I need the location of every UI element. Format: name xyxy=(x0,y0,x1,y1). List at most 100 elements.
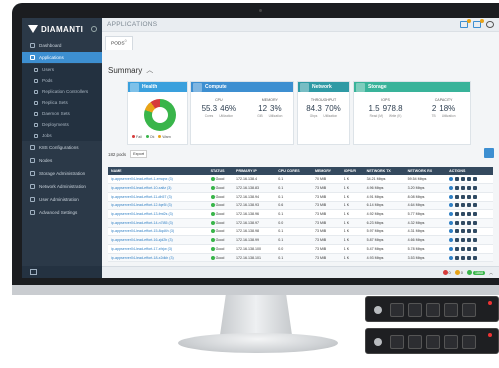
download-icon[interactable] xyxy=(467,238,472,243)
download-icon[interactable] xyxy=(467,255,472,260)
delete-icon[interactable] xyxy=(473,246,478,251)
sidebar-item-jobs[interactable]: Jobs xyxy=(22,130,102,141)
column-header[interactable]: IOPS/R xyxy=(340,167,364,175)
column-header[interactable]: CPU CORES xyxy=(275,167,313,175)
logs-icon[interactable] xyxy=(461,238,466,243)
column-header[interactable]: NAME xyxy=(108,167,208,175)
edit-icon[interactable] xyxy=(455,238,460,243)
logs-icon[interactable] xyxy=(461,255,466,260)
sidebar-item-daemon-sets[interactable]: Daemon Sets xyxy=(22,108,102,119)
edit-icon[interactable] xyxy=(455,203,460,208)
pod-name-cell[interactable]: ip-appserver04-lead-effort-16-zjd2b (3) xyxy=(108,235,208,245)
column-header[interactable]: MEMORY xyxy=(312,167,341,175)
info-icon[interactable] xyxy=(449,194,454,199)
download-icon[interactable] xyxy=(467,246,472,251)
sidebar-item-applications[interactable]: Applications xyxy=(22,52,102,63)
logs-icon[interactable] xyxy=(461,177,466,182)
info-icon[interactable] xyxy=(449,229,454,234)
table-row[interactable]: ip-appserver04-lead-effort-16-zjd2b (3) G… xyxy=(108,235,493,245)
pod-name-cell[interactable]: ip-appserver04-lead-effort-12-fqe5l (3) xyxy=(108,201,208,211)
table-row[interactable]: ip-appserver04-lead-effort-12-fqe5l (3) G… xyxy=(108,201,493,211)
warnings-indicator[interactable]: 0 xyxy=(454,270,463,275)
notifications-icon[interactable] xyxy=(460,19,471,28)
sidebar-item-dashboard[interactable]: Dashboard xyxy=(22,40,102,51)
info-icon[interactable] xyxy=(449,212,454,217)
table-row[interactable]: ip-appserver04-lead-effort-10-xaltz (3) G… xyxy=(108,183,493,193)
delete-icon[interactable] xyxy=(473,212,478,217)
info-icon[interactable] xyxy=(449,177,454,182)
sidebar-item-deployments[interactable]: Deployments xyxy=(22,119,102,130)
logs-icon[interactable] xyxy=(461,212,466,217)
pod-name-cell[interactable]: ip-appserver04-lead-effort-17-xfxjw (3) xyxy=(108,244,208,254)
list-icon[interactable] xyxy=(473,19,484,28)
info-icon[interactable] xyxy=(449,255,454,260)
edit-icon[interactable] xyxy=(455,194,460,199)
table-row[interactable]: ip-appserver04-lead-effort-15-8qd4h (3) G… xyxy=(108,227,493,237)
column-header[interactable]: PRIMARY IP xyxy=(233,167,276,175)
logs-icon[interactable] xyxy=(461,246,466,251)
sidebar-item-network-administration[interactable]: Network Administration xyxy=(22,181,102,192)
pod-name-cell[interactable]: ip-appserver04-lead-effort-1-emqnx (3) xyxy=(108,175,208,185)
download-icon[interactable] xyxy=(467,220,472,225)
delete-icon[interactable] xyxy=(473,186,478,191)
edit-icon[interactable] xyxy=(455,255,460,260)
errors-indicator[interactable]: 0 xyxy=(442,270,451,275)
download-icon[interactable] xyxy=(467,194,472,199)
sidebar-item-advanced-settings[interactable]: Advanced Settings xyxy=(22,207,102,218)
export-button[interactable]: Export xyxy=(130,150,148,158)
download-icon[interactable] xyxy=(467,203,472,208)
table-row[interactable]: ip-appserver04-lead-effort-1-emqnx (3) Go… xyxy=(108,175,493,185)
info-icon[interactable] xyxy=(449,220,454,225)
delete-icon[interactable] xyxy=(473,194,478,199)
table-row[interactable]: ip-appserver04-lead-effort-11-dh57 (3) Go… xyxy=(108,192,493,202)
sidebar-item-replica-sets[interactable]: Replica Sets xyxy=(22,97,102,108)
table-row[interactable]: ip-appserver04-lead-effort-18-x2dkh (3) G… xyxy=(108,253,493,263)
edit-icon[interactable] xyxy=(455,177,460,182)
download-icon[interactable] xyxy=(467,186,472,191)
pod-name-cell[interactable]: ip-appserver04-lead-effort-10-xaltz (3) xyxy=(108,183,208,193)
table-row[interactable]: ip-appserver04-lead-effort-17-xfxjw (3) G… xyxy=(108,244,493,254)
delete-icon[interactable] xyxy=(473,203,478,208)
sidebar-item-k8s-configurations[interactable]: K8S Configurations xyxy=(22,142,102,153)
download-icon[interactable] xyxy=(467,229,472,234)
info-icon[interactable] xyxy=(449,238,454,243)
edit-icon[interactable] xyxy=(455,186,460,191)
delete-icon[interactable] xyxy=(473,229,478,234)
info-icon[interactable] xyxy=(449,186,454,191)
grid-view-icon[interactable] xyxy=(484,148,494,158)
sidebar-item-user-administration[interactable]: User Administration xyxy=(22,194,102,205)
sidebar-item-storage-administration[interactable]: Storage Administration xyxy=(22,168,102,179)
info-icon[interactable] xyxy=(449,246,454,251)
info-icon[interactable] xyxy=(449,203,454,208)
pod-name-cell[interactable]: ip-appserver04-lead-effort-15-8qd4h (3) xyxy=(108,227,208,237)
user-icon[interactable] xyxy=(486,21,494,28)
pod-name-cell[interactable]: ip-appserver04-lead-effort-11-dh57 (3) xyxy=(108,192,208,202)
pod-name-cell[interactable]: ip-appserver04-lead-effort-13-fmt2s (3) xyxy=(108,209,208,219)
logs-icon[interactable] xyxy=(461,203,466,208)
column-header[interactable]: NETWORK RX xyxy=(404,167,447,175)
logs-icon[interactable] xyxy=(461,220,466,225)
sidebar-item-nodes[interactable]: Nodes xyxy=(22,155,102,166)
logs-icon[interactable] xyxy=(461,194,466,199)
pod-name-cell[interactable]: ip-appserver04-lead-effort-14-n7l85 (3) xyxy=(108,218,208,228)
chevron-up-icon[interactable]: ︿ xyxy=(146,65,153,75)
summary-header[interactable]: Summary ︿ xyxy=(108,65,153,75)
console-icon[interactable] xyxy=(30,269,37,275)
tab-pods[interactable]: PODS0 xyxy=(105,36,133,50)
pod-name-cell[interactable]: ip-appserver04-lead-effort-18-x2dkh (3) xyxy=(108,253,208,263)
column-header[interactable]: NETWORK TX xyxy=(363,167,405,175)
chevron-up-small-icon[interactable]: ︿ xyxy=(489,270,493,276)
edit-icon[interactable] xyxy=(455,212,460,217)
delete-icon[interactable] xyxy=(473,220,478,225)
download-icon[interactable] xyxy=(467,212,472,217)
sidebar-item-pods[interactable]: Pods xyxy=(22,75,102,86)
delete-icon[interactable] xyxy=(473,177,478,182)
delete-icon[interactable] xyxy=(473,255,478,260)
logs-icon[interactable] xyxy=(461,229,466,234)
download-icon[interactable] xyxy=(467,177,472,182)
edit-icon[interactable] xyxy=(455,246,460,251)
edit-icon[interactable] xyxy=(455,229,460,234)
logs-icon[interactable] xyxy=(461,186,466,191)
ok-indicator[interactable]: 1868 xyxy=(467,270,485,275)
column-header[interactable]: ACTIONS xyxy=(446,167,493,175)
